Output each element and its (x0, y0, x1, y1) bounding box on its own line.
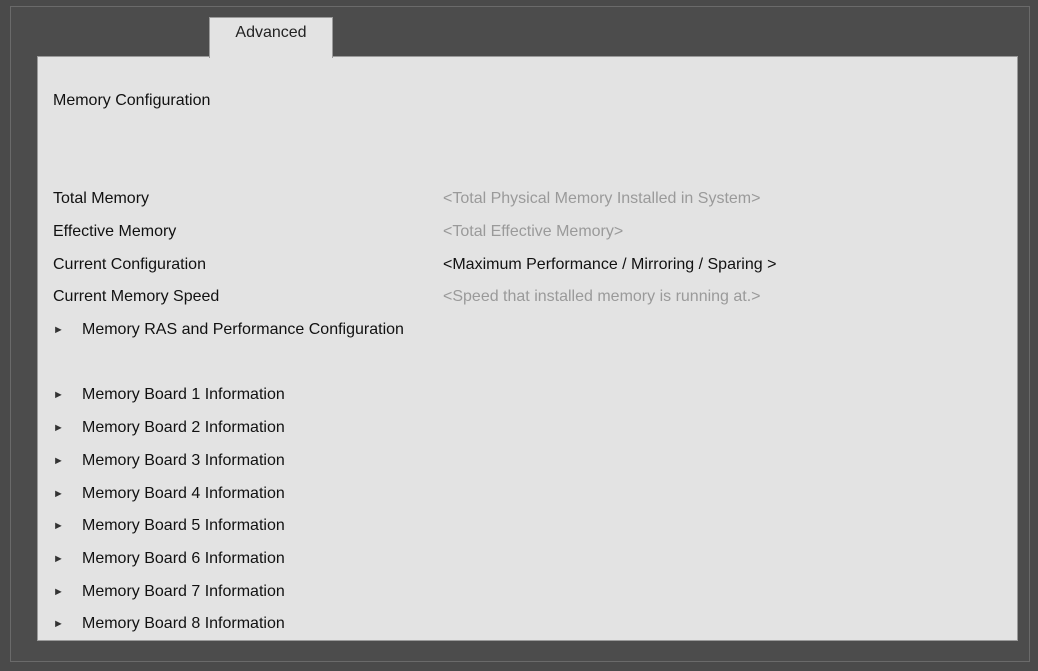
memory-configuration-panel: Memory Configuration Total Memory <Total… (37, 56, 1018, 641)
submenu-arrow-icon: ► (53, 488, 64, 500)
submenu-arrow-icon: ► (53, 520, 64, 532)
current-memory-speed-value: <Speed that installed memory is running … (443, 288, 761, 305)
tab-advanced-label: Advanced (235, 24, 307, 41)
submenu-memory-board-6[interactable]: ► Memory Board 6 Information (53, 550, 285, 568)
current-configuration-label: Current Configuration (53, 256, 206, 273)
submenu-label: Memory Board 6 Information (82, 550, 285, 567)
current-memory-speed-label: Current Memory Speed (53, 288, 220, 305)
submenu-memory-board-3[interactable]: ► Memory Board 3 Information (53, 452, 285, 470)
submenu-label: Memory Board 2 Information (82, 419, 285, 436)
submenu-arrow-icon: ► (53, 618, 64, 630)
page-title: Memory Configuration (53, 92, 211, 109)
total-memory-value: <Total Physical Memory Installed in Syst… (443, 190, 761, 207)
submenu-memory-board-5[interactable]: ► Memory Board 5 Information (53, 517, 285, 535)
submenu-memory-board-1[interactable]: ► Memory Board 1 Information (53, 386, 285, 404)
submenu-label: Memory Board 7 Information (82, 583, 285, 600)
submenu-label: Memory Board 8 Information (82, 615, 285, 632)
submenu-memory-ras-performance[interactable]: ► Memory RAS and Performance Configuratio… (53, 321, 404, 339)
submenu-arrow-icon: ► (53, 324, 64, 336)
submenu-arrow-icon: ► (53, 389, 64, 401)
tab-advanced[interactable]: Advanced (209, 17, 333, 58)
effective-memory-label: Effective Memory (53, 223, 177, 240)
submenu-arrow-icon: ► (53, 422, 64, 434)
total-memory-label: Total Memory (53, 190, 150, 207)
submenu-label: Memory Board 3 Information (82, 452, 285, 469)
submenu-arrow-icon: ► (53, 553, 64, 565)
current-configuration-value: <Maximum Performance / Mirroring / Spari… (443, 256, 777, 273)
submenu-label: Memory Board 4 Information (82, 485, 285, 502)
submenu-memory-board-8[interactable]: ► Memory Board 8 Information (53, 615, 285, 633)
submenu-memory-board-4[interactable]: ► Memory Board 4 Information (53, 485, 285, 503)
submenu-label: Memory Board 1 Information (82, 386, 285, 403)
submenu-label: Memory Board 5 Information (82, 517, 285, 534)
submenu-arrow-icon: ► (53, 586, 64, 598)
submenu-arrow-icon: ► (53, 455, 64, 467)
submenu-label: Memory RAS and Performance Configuration (82, 321, 404, 338)
effective-memory-value: <Total Effective Memory> (443, 223, 624, 240)
submenu-memory-board-7[interactable]: ► Memory Board 7 Information (53, 583, 285, 601)
submenu-memory-board-2[interactable]: ► Memory Board 2 Information (53, 419, 285, 437)
